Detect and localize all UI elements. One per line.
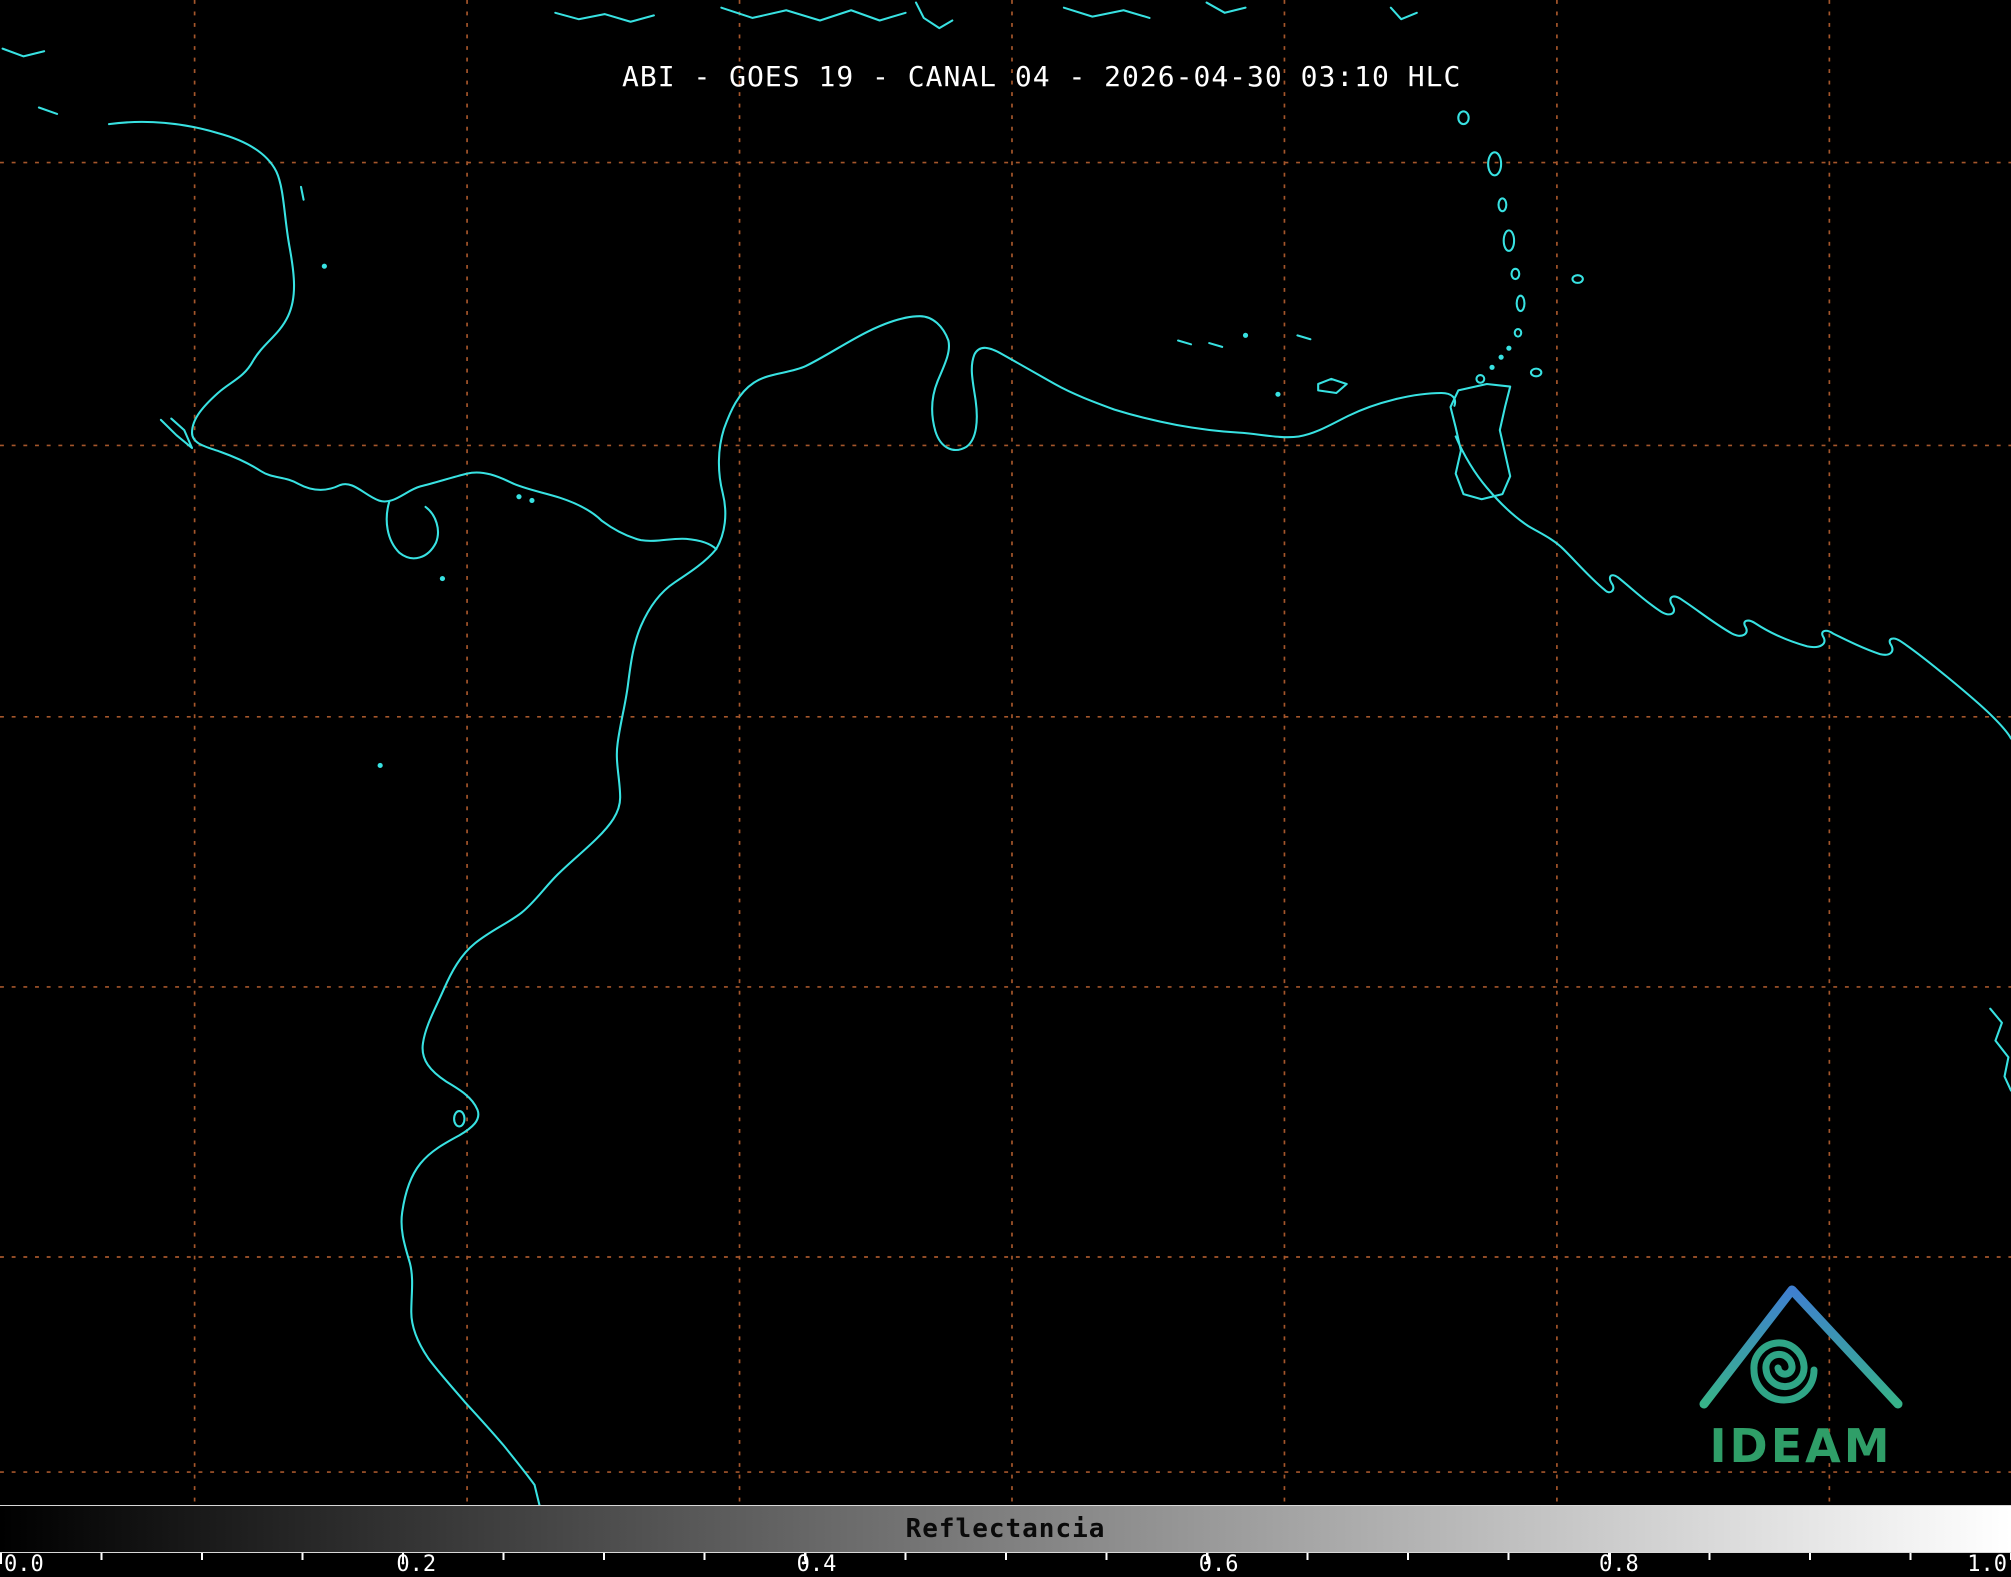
colorbar-tick-label: 1.0 (1967, 1552, 2007, 1577)
colorbar: Reflectancia 0.0 0.2 0.4 0.6 0.8 1.0 (0, 1505, 2011, 1577)
islet-dots (321, 263, 1512, 769)
colorbar-label: Reflectancia (905, 1514, 1106, 1544)
coastline-margarita (1317, 377, 1348, 394)
ideam-logo: IDEAM (1699, 1285, 1903, 1473)
coastline-colombia-venezuela (715, 315, 1457, 551)
image-title: ABI - GOES 19 - CANAL 04 - 2026-04-30 03… (622, 60, 1462, 93)
colorbar-axis: 0.0 0.2 0.4 0.6 0.8 1.0 (0, 1553, 2011, 1577)
colorbar-gradient: Reflectancia (0, 1505, 2011, 1553)
coastline-right-edge-fragment (1989, 1007, 2011, 1092)
ideam-spiral-icon (1750, 1339, 1818, 1404)
coastline-nicoya-peninsula (159, 417, 194, 450)
coastline-trinidad (1449, 382, 1512, 501)
coastline-guyana (1454, 435, 2011, 740)
colorbar-tick-label: 0.4 (796, 1552, 837, 1577)
colorbar-tick-label: 0.2 (396, 1552, 437, 1577)
coastline-azuero-peninsula (385, 500, 439, 560)
ideam-logo-text: IDEAM (1709, 1419, 1892, 1473)
coastline-abc-islands (299, 185, 1312, 348)
colorbar-major-ticks (0, 1553, 2011, 1564)
colorbar-tick-label: 0.6 (1198, 1552, 1239, 1577)
coastline-pacific-south-america (400, 548, 718, 1518)
coastline-central-america (107, 120, 718, 551)
colorbar-tick-label: 0.0 (4, 1552, 44, 1577)
coastline-lesser-antilles (453, 110, 1584, 1128)
ideam-mountain-icon (1699, 1285, 1903, 1409)
coastline-top-fragments (1, 1, 1418, 115)
satellite-image-viewport: ABI - GOES 19 - CANAL 04 - 2026-04-30 03… (0, 0, 2011, 1577)
colorbar-tick-label: 0.8 (1598, 1552, 1639, 1577)
